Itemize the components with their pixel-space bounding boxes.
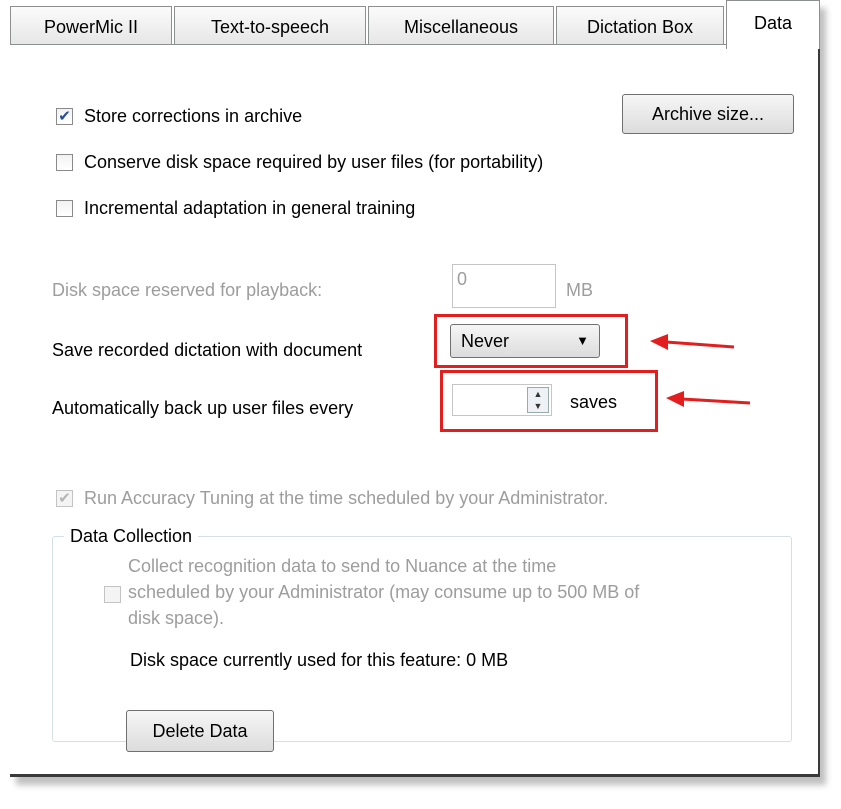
conserve-disk-label: Conserve disk space required by user fil… — [84, 152, 544, 172]
spinner-arrows-icon[interactable]: ▲ ▼ — [527, 387, 549, 413]
save-dictation-dropdown[interactable]: Never ▼ — [450, 324, 600, 358]
tab-dictation-box[interactable]: Dictation Box — [556, 6, 724, 45]
collect-data-line3: disk space). — [128, 608, 225, 628]
delete-data-button[interactable]: Delete Data — [126, 710, 274, 752]
tab-data[interactable]: Data — [726, 0, 820, 49]
conserve-disk-checkbox[interactable] — [56, 154, 73, 171]
arrow-left-icon — [666, 391, 751, 407]
save-dictation-value: Never — [461, 331, 510, 351]
backup-label: Automatically back up user files every — [52, 398, 354, 418]
disk-used-text: Disk space currently used for this featu… — [130, 650, 509, 670]
save-dictation-label: Save recorded dictation with document — [52, 340, 363, 360]
collect-data-line1: Collect recognition data to send to Nuan… — [128, 556, 557, 576]
incremental-adaptation-label: Incremental adaptation in general traini… — [84, 198, 416, 218]
accuracy-tuning-checkbox[interactable]: ✔ — [56, 490, 73, 507]
backup-unit: saves — [570, 392, 618, 412]
chevron-down-icon: ▼ — [576, 333, 589, 348]
store-corrections-checkbox[interactable]: ✔ — [56, 108, 73, 125]
backup-spinner[interactable]: ▲ ▼ — [452, 384, 552, 416]
tab-text-to-speech[interactable]: Text-to-speech — [174, 6, 366, 45]
tab-miscellaneous[interactable]: Miscellaneous — [368, 6, 554, 45]
playback-label: Disk space reserved for playback: — [52, 280, 323, 300]
accuracy-tuning-label: Run Accuracy Tuning at the time schedule… — [84, 488, 609, 508]
arrow-left-icon — [650, 334, 735, 350]
collect-data-checkbox[interactable] — [104, 586, 121, 603]
playback-unit: MB — [566, 280, 593, 300]
tab-strip: PowerMic II Text-to-speech Miscellaneous… — [10, 0, 820, 49]
collect-data-line2: scheduled by your Administrator (may con… — [128, 582, 640, 602]
playback-input[interactable]: 0 — [452, 264, 556, 308]
archive-size-button[interactable]: Archive size... — [622, 94, 794, 134]
store-corrections-label: Store corrections in archive — [84, 106, 303, 126]
data-collection-title: Data Collection — [64, 526, 199, 547]
incremental-adaptation-checkbox[interactable] — [56, 200, 73, 217]
tab-powermic[interactable]: PowerMic II — [10, 6, 172, 45]
